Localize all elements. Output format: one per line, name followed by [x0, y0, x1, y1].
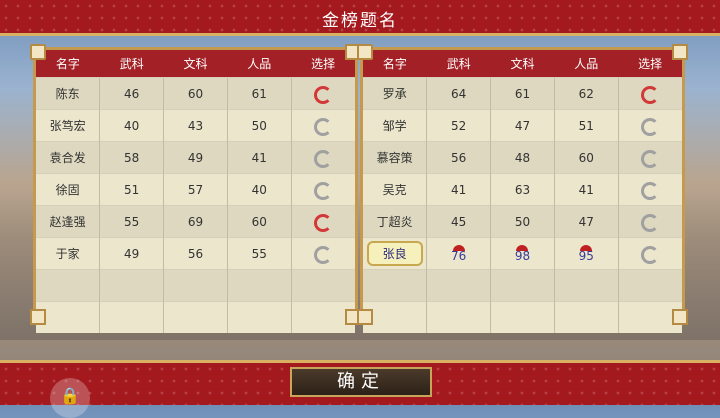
table-row[interactable]: 邹学 52 47 51 — [363, 109, 682, 142]
corner-ornament — [357, 309, 373, 325]
empty-row — [363, 269, 682, 302]
cell-martial: 58 — [99, 141, 164, 174]
table-row[interactable]: 徐固 51 57 40 — [36, 173, 355, 206]
cell-literary: 56 — [163, 237, 228, 270]
cell-martial: 76 — [451, 248, 467, 263]
right-roster-table: 名字 武科 文科 人品 选择 罗承 64 61 62 邹学 52 47 51 慕… — [363, 50, 682, 333]
empty-row — [36, 301, 355, 333]
cell-literary: 61 — [490, 77, 555, 110]
cell-character: 60 — [226, 205, 292, 238]
empty-row — [36, 269, 355, 302]
cell-martial: 40 — [99, 109, 164, 142]
page-title: 金榜题名 — [322, 11, 398, 31]
table-row[interactable]: 慕容策 56 48 60 — [363, 141, 682, 174]
cell-martial: 49 — [99, 237, 164, 270]
cell-literary: 49 — [163, 141, 228, 174]
corner-ornament — [357, 44, 373, 60]
cell-character: 40 — [226, 173, 292, 206]
header-character: 人品 — [227, 50, 292, 78]
cell-name: 袁合发 — [36, 141, 100, 174]
cell-character: 41 — [226, 141, 292, 174]
cell-name: 丁超炎 — [363, 205, 427, 238]
cell-character: 95 — [578, 248, 594, 263]
select-circle-icon[interactable] — [314, 182, 333, 200]
cell-name: 于家 — [36, 237, 100, 270]
cell-martial: 41 — [426, 173, 491, 206]
corner-ornament — [30, 309, 46, 325]
cell-literary: 47 — [490, 109, 555, 142]
table-row[interactable]: 于家 49 56 55 — [36, 237, 355, 270]
cell-name: 罗承 — [363, 77, 427, 110]
cell-martial: 55 — [99, 205, 164, 238]
select-circle-icon[interactable] — [314, 86, 333, 104]
selected-name-badge[interactable]: 张良 — [366, 241, 423, 266]
table-row[interactable]: 陈东 46 60 61 — [36, 77, 355, 110]
empty-row — [363, 301, 682, 333]
cell-character: 47 — [553, 205, 619, 238]
cell-literary: 50 — [490, 205, 555, 238]
cell-literary: 48 — [490, 141, 555, 174]
cell-martial: 52 — [426, 109, 491, 142]
header-martial: 武科 — [99, 50, 164, 78]
cell-literary: 63 — [490, 173, 555, 206]
cell-name: 赵逢强 — [36, 205, 100, 238]
table-row[interactable]: 丁超炎 45 50 47 — [363, 205, 682, 238]
corner-ornament — [30, 44, 46, 60]
cell-character: 61 — [226, 77, 292, 110]
left-roster-panel: 名字 武科 文科 人品 选择 陈东 46 60 61 张笃宏 40 43 50 — [30, 44, 361, 333]
cell-character: 55 — [226, 237, 292, 270]
cell-literary: 69 — [163, 205, 228, 238]
selected-row[interactable]: 张良 76 98 95 — [363, 237, 682, 270]
select-circle-icon[interactable] — [314, 246, 333, 264]
select-circle-icon[interactable] — [641, 86, 660, 104]
cell-name: 陈东 — [36, 77, 100, 110]
cell-martial: 45 — [426, 205, 491, 238]
select-circle-icon[interactable] — [641, 150, 660, 168]
right-roster-panel: 名字 武科 文科 人品 选择 罗承 64 61 62 邹学 52 47 51 慕… — [357, 44, 688, 333]
header-martial: 武科 — [426, 50, 491, 78]
cell-martial: 51 — [99, 173, 164, 206]
top-bar: 金榜题名 — [0, 0, 720, 36]
table-row[interactable]: 赵逢强 55 69 60 — [36, 205, 355, 238]
cell-literary: 57 — [163, 173, 228, 206]
select-circle-icon[interactable] — [314, 214, 333, 232]
select-circle-icon[interactable] — [641, 118, 660, 136]
cell-character: 41 — [553, 173, 619, 206]
cell-character: 51 — [553, 109, 619, 142]
cell-literary: 43 — [163, 109, 228, 142]
table-row[interactable]: 罗承 64 61 62 — [363, 77, 682, 110]
confirm-button[interactable]: 确定 — [290, 367, 432, 397]
cell-martial: 56 — [426, 141, 491, 174]
select-circle-icon[interactable] — [314, 118, 333, 136]
cell-name: 慕容策 — [363, 141, 427, 174]
cell-character: 60 — [553, 141, 619, 174]
corner-ornament — [672, 309, 688, 325]
cell-character: 62 — [553, 77, 619, 110]
cell-name: 徐固 — [36, 173, 100, 206]
cell-literary: 98 — [514, 248, 531, 263]
select-circle-icon[interactable] — [314, 150, 333, 168]
cell-martial: 46 — [99, 77, 164, 110]
select-circle-icon[interactable] — [641, 182, 660, 200]
left-roster-table: 名字 武科 文科 人品 选择 陈东 46 60 61 张笃宏 40 43 50 — [36, 50, 355, 333]
cell-name: 吴克 — [363, 173, 427, 206]
corner-ornament — [672, 44, 688, 60]
select-circle-icon[interactable] — [641, 246, 660, 264]
select-circle-icon[interactable] — [641, 214, 660, 232]
table-row[interactable]: 张笃宏 40 43 50 — [36, 109, 355, 142]
cell-name: 张笃宏 — [36, 109, 100, 142]
table-row[interactable]: 袁合发 58 49 41 — [36, 141, 355, 174]
cell-character: 50 — [226, 109, 292, 142]
header-literary: 文科 — [163, 50, 228, 78]
table-row[interactable]: 吴克 41 63 41 — [363, 173, 682, 206]
cell-martial: 64 — [426, 77, 491, 110]
cell-name: 邹学 — [363, 109, 427, 142]
cell-literary: 60 — [163, 77, 228, 110]
header-literary: 文科 — [490, 50, 555, 78]
header-character: 人品 — [554, 50, 619, 78]
lock-icon[interactable]: 🔒 — [50, 378, 90, 418]
